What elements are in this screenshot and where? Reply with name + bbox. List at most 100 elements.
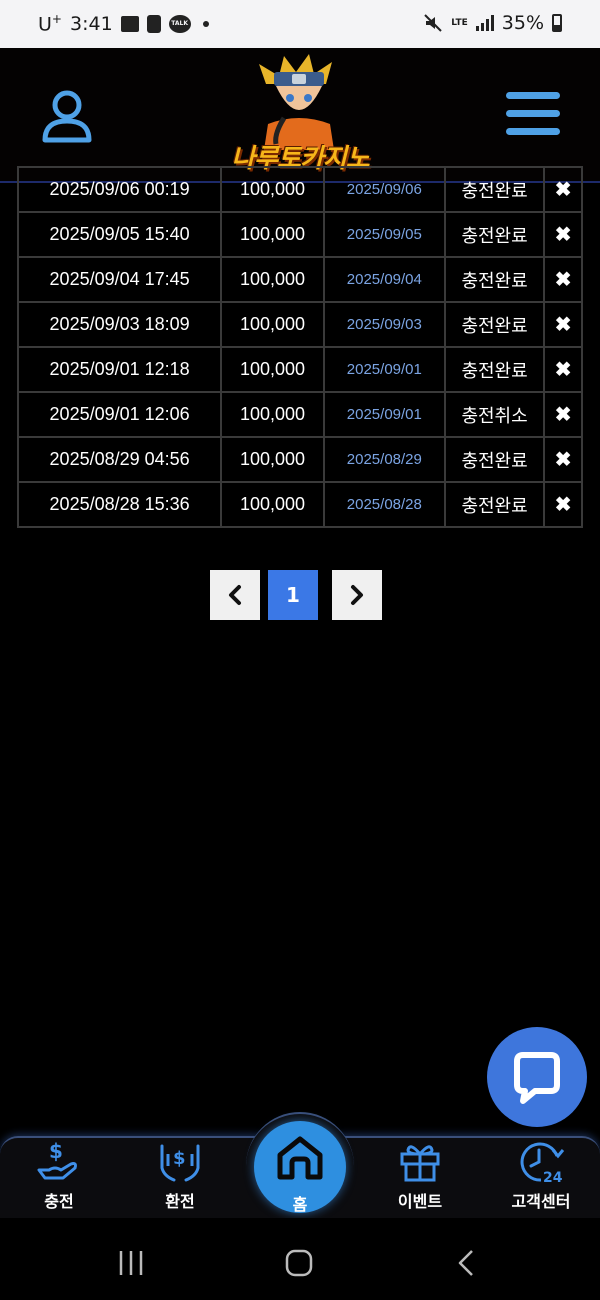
nav-withdraw[interactable]: $ 환전 [130,1140,230,1218]
row-status: 충전완료 [443,256,546,303]
chevron-right-icon [351,585,363,605]
status-time: 3:41 [69,12,113,35]
row-date: 2025/09/01 12:18 [16,346,223,393]
carrier: U+ [38,12,62,36]
nav-deposit[interactable]: $ 충전 [9,1140,109,1218]
chat-button[interactable] [487,1027,587,1127]
row-processed-date: 2025/09/01 [322,346,446,393]
menu-icon [506,92,560,135]
history-body: 2025/09/06 00:19 100,000 2025/09/06 충전완료 ✖ 20… [16,166,583,528]
table-row: 2025/09/01 12:18 100,000 2025/09/01 충전완료 ✖ [16,346,583,393]
row-processed-date: 2025/09/04 [322,256,446,303]
table-row: 2025/09/06 00:19 100,000 2025/09/06 충전완료 ✖ [16,166,583,213]
row-processed-date: 2025/09/06 [322,166,446,213]
svg-text:24: 24 [543,1170,563,1184]
delete-row-button[interactable]: ✖ [543,481,583,528]
logo[interactable]: 나루토카지노 [214,50,386,180]
delete-row-button[interactable]: ✖ [543,436,583,483]
row-date: 2025/08/28 15:36 [16,481,223,528]
deposit-history-table: 2025/09/06 00:19 100,000 2025/09/06 충전완료 ✖ 20… [16,166,583,528]
nav-event[interactable]: 이벤트 [370,1140,470,1218]
nav-event-label: 이벤트 [397,1194,443,1211]
chevron-left-icon [229,585,241,605]
row-amount: 100,000 [220,166,325,213]
status-left: U+ 3:41 TALK [38,12,209,35]
row-processed-date: 2025/08/29 [322,436,446,483]
table-row: 2025/08/28 15:36 100,000 2025/08/28 충전완료 ✖ [16,481,583,528]
home-system-icon[interactable] [284,1248,314,1278]
row-amount: 100,000 [220,481,325,528]
row-processed-date: 2025/09/01 [322,391,446,438]
row-date: 2025/09/06 00:19 [16,166,223,213]
row-date: 2025/09/01 12:06 [16,391,223,438]
row-date: 2025/09/03 18:09 [16,301,223,348]
row-processed-date: 2025/09/03 [322,301,446,348]
nav-support-label: 고객센터 [511,1194,571,1211]
logo-character-art [259,54,334,150]
prev-page-button[interactable] [210,570,260,620]
row-status: 충전완료 [443,436,546,483]
hand-dollar-icon: $ [37,1140,77,1180]
next-page-button[interactable] [332,570,382,620]
user-button[interactable] [40,88,94,144]
more-notifications-icon [202,20,209,27]
row-status: 충전완료 [443,301,546,348]
network-type: LTE [451,17,468,28]
table-row: 2025/09/03 18:09 100,000 2025/09/03 충전완료 ✖ [16,301,583,348]
system-nav-bar [0,1218,600,1300]
row-status: 충전취소 [443,391,546,438]
nav-home[interactable]: 홈 [254,1121,346,1214]
clock-24-icon: 24 [520,1142,565,1184]
table-row: 2025/09/01 12:06 100,000 2025/09/01 충전취소 ✖ [16,391,583,438]
battery-percent: 35% [501,12,544,34]
nav-home-label: 홈 [292,1197,308,1214]
row-date: 2025/09/05 15:40 [16,211,223,258]
row-amount: 100,000 [220,391,325,438]
signal-icon [475,15,494,31]
row-amount: 100,000 [220,436,325,483]
hands-dollar-icon: $ [160,1144,200,1182]
delete-row-button[interactable]: ✖ [543,166,583,213]
delete-row-button[interactable]: ✖ [543,346,583,393]
recent-apps-icon[interactable] [116,1248,146,1278]
delete-row-button[interactable]: ✖ [543,256,583,303]
nav-withdraw-label: 환전 [165,1194,195,1211]
row-amount: 100,000 [220,301,325,348]
row-status: 충전완료 [443,166,546,213]
delete-row-button[interactable]: ✖ [543,211,583,258]
row-amount: 100,000 [220,211,325,258]
page-1-button[interactable]: 1 [268,570,318,620]
table-row: 2025/08/29 04:56 100,000 2025/08/29 충전완료 ✖ [16,436,583,483]
row-processed-date: 2025/09/05 [322,211,446,258]
nav-deposit-label: 충전 [44,1194,74,1211]
user-icon [42,90,92,143]
row-date: 2025/08/29 04:56 [16,436,223,483]
row-status: 충전완료 [443,346,546,393]
gift-icon [400,1145,440,1182]
chat-icon [514,1052,560,1104]
row-status: 충전완료 [443,481,546,528]
pagination: 1 [210,570,382,620]
table-row: 2025/09/05 15:40 100,000 2025/09/05 충전완료 ✖ [16,211,583,258]
menu-button[interactable] [506,92,560,138]
delete-row-button[interactable]: ✖ [543,301,583,348]
row-status: 충전완료 [443,211,546,258]
row-amount: 100,000 [220,256,325,303]
svg-text:$: $ [49,1140,63,1163]
mute-icon [424,14,442,32]
b-app-icon [146,14,161,33]
row-date: 2025/09/04 17:45 [16,256,223,303]
row-processed-date: 2025/08/28 [322,481,446,528]
battery-icon [552,14,562,32]
back-icon[interactable] [452,1248,482,1278]
delete-row-button[interactable]: ✖ [543,391,583,438]
nav-support[interactable]: 24 고객센터 [491,1140,591,1218]
home-icon [277,1136,323,1180]
status-right: LTE 35% [423,12,562,34]
gallery-icon [120,15,139,32]
row-amount: 100,000 [220,346,325,393]
svg-text:$: $ [173,1148,186,1169]
kakaotalk-icon: TALK [168,14,191,33]
table-row: 2025/09/04 17:45 100,000 2025/09/04 충전완료 ✖ [16,256,583,303]
status-bar: U+ 3:41 TALK LTE 35% [0,0,600,48]
